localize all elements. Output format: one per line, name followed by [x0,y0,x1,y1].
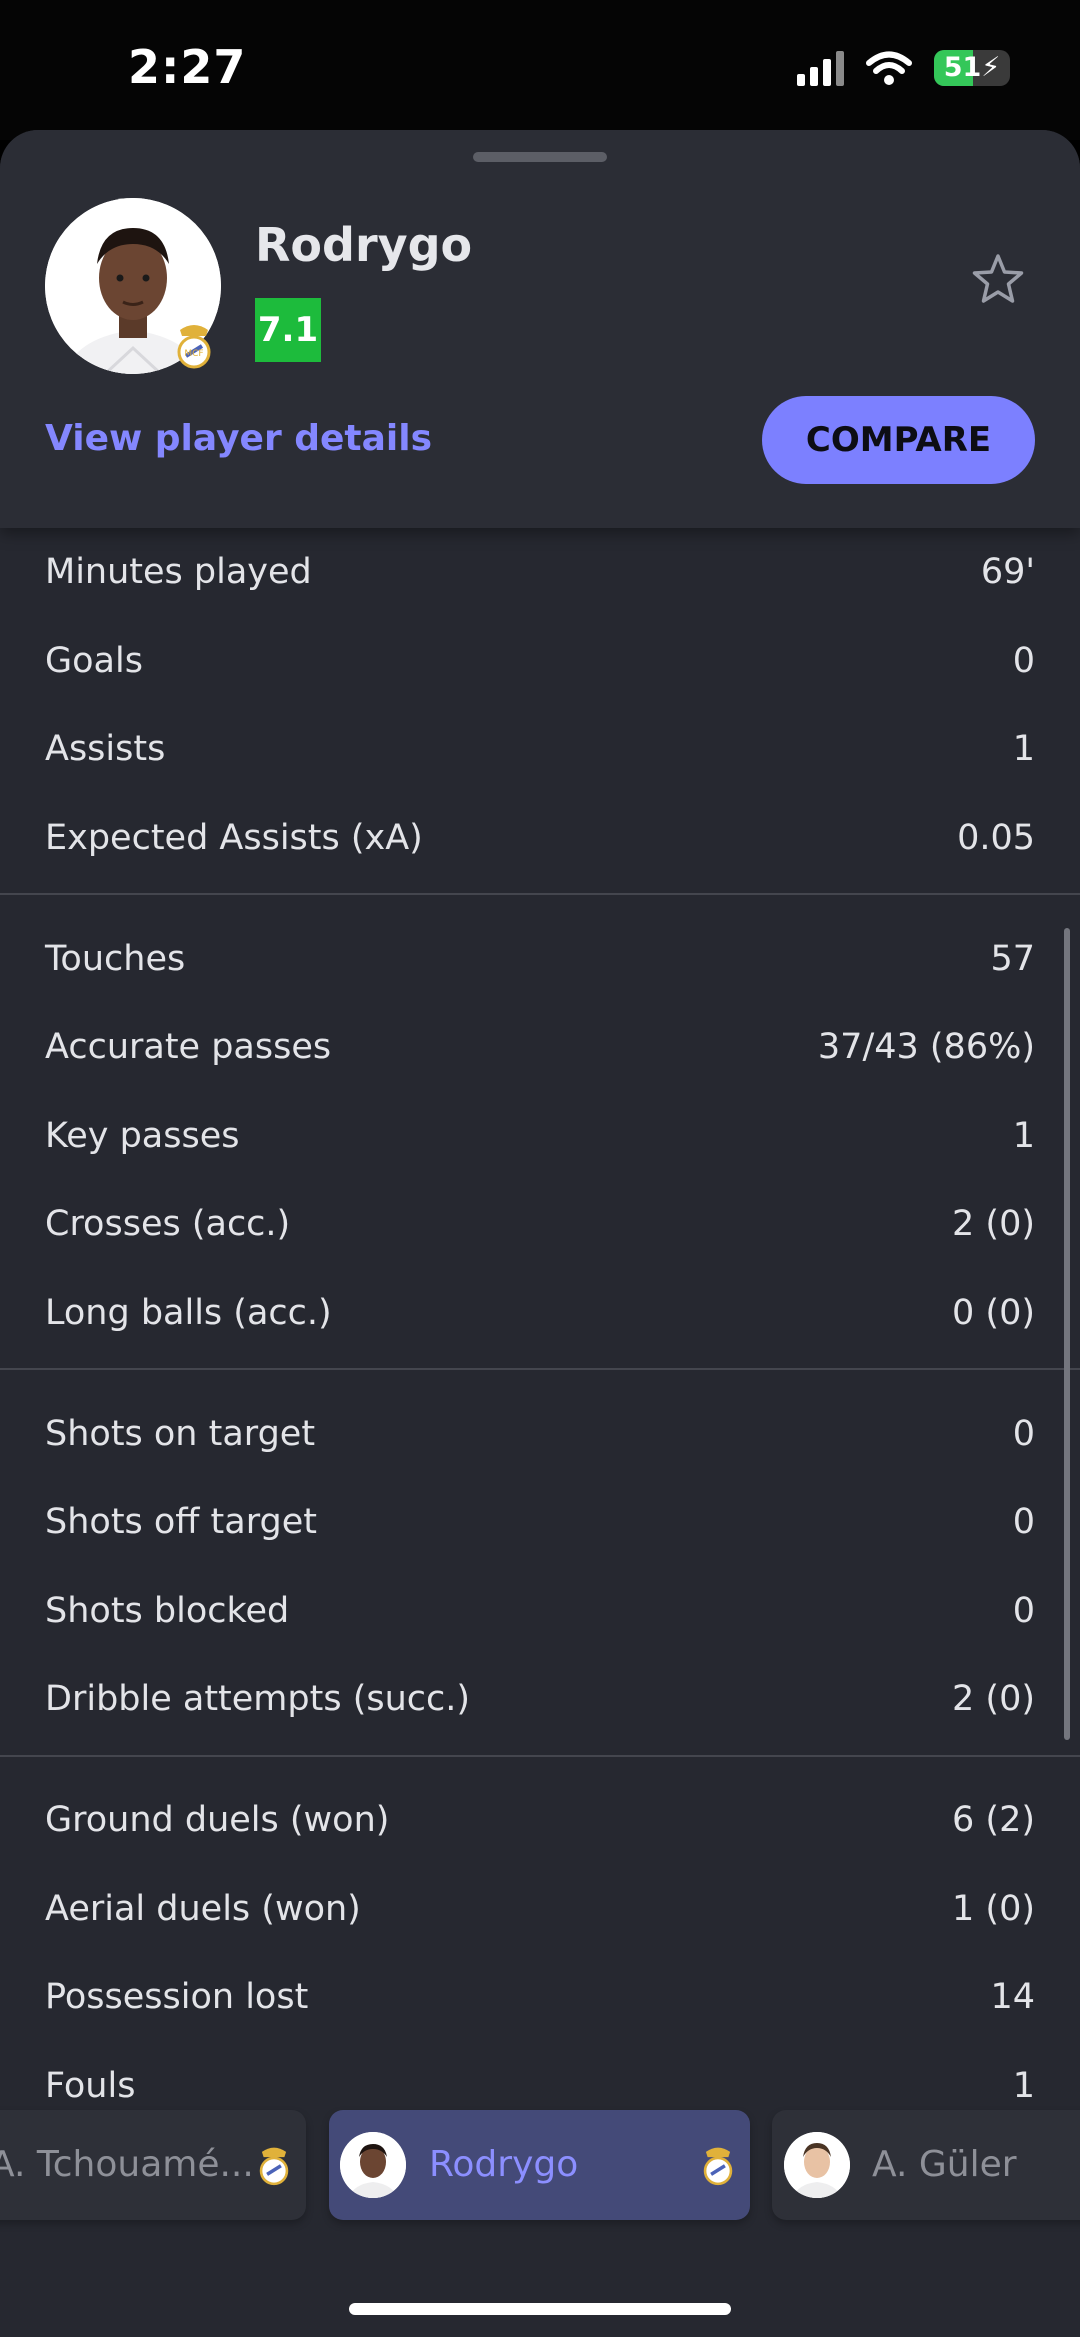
stat-value: 6 (2) [952,1800,1035,1841]
stat-row: Assists 1 [0,705,1080,794]
section-divider [0,1368,1080,1371]
stat-row: Accurate passes 37/43 (86%) [0,1003,1080,1092]
stat-row: Aerial duels (won) 1 (0) [0,1864,1080,1953]
stat-value: 0 [1012,640,1035,681]
status-icons: 51⚡ [797,50,1010,86]
player-tab-avatar [784,2132,850,2198]
real-madrid-crest-icon [703,2147,733,2186]
stats-group-duels: Ground duels (won) 6 (2) Aerial duels (wo… [0,1776,1080,2130]
stat-row: Shots blocked 0 [0,1567,1080,1656]
stat-value: 1 [1012,2065,1035,2106]
favorite-star-icon[interactable] [968,250,1028,310]
home-indicator[interactable] [349,2303,731,2315]
stat-value: 0 [1012,1590,1035,1631]
stat-value: 14 [990,1977,1035,2018]
stat-value: 69' [980,552,1035,593]
stat-row: Ground duels (won) 6 (2) [0,1776,1080,1865]
svg-text:MCF: MCF [184,349,203,359]
status-time: 2:27 [128,40,247,94]
stat-label: Expected Assists (xA) [45,818,423,859]
player-tab-avatar [340,2132,406,2198]
stat-row: Possession lost 14 [0,1953,1080,2042]
stat-label: Shots on target [45,1413,316,1454]
status-bar: 2:27 51⚡ [0,0,1080,140]
real-madrid-crest-icon: MCF [177,325,211,369]
player-rating-badge: 7.1 [255,298,321,362]
stats-list: Minutes played 69' Goals 0 Assists 1 Expect… [0,528,1080,2130]
player-tab-guler[interactable]: A. Güler [772,2110,1080,2220]
stat-label: Assists [45,729,166,770]
stat-value: 37/43 (86%) [817,1027,1035,1068]
wifi-icon [866,51,912,85]
stat-label: Accurate passes [45,1027,332,1068]
stat-label: Shots blocked [45,1590,290,1631]
stat-value: 1 [1012,1115,1035,1156]
stat-row: Shots on target 0 [0,1389,1080,1478]
stat-row: Crosses (acc.) 2 (0) [0,1180,1080,1269]
stat-label: Fouls [45,2065,136,2106]
player-tab-rodrygo[interactable]: Rodrygo [329,2110,750,2220]
stat-label: Key passes [45,1115,240,1156]
stat-label: Minutes played [45,552,312,593]
stat-label: Crosses (acc.) [45,1204,291,1245]
sheet-grabber[interactable] [473,152,607,162]
stat-value: 57 [990,938,1035,979]
player-stats-sheet: MCF Rodrygo 7.1 View player details COMP… [0,130,1080,2337]
stat-value: 2 (0) [952,1204,1035,1245]
stat-value: 2 (0) [952,1679,1035,1720]
stat-label: Aerial duels (won) [45,1888,361,1929]
stat-row: Key passes 1 [0,1092,1080,1181]
stat-value: 1 [1012,729,1035,770]
player-tab-label: A. Tchouamé... [0,2144,254,2185]
battery-level: 51 [943,52,982,83]
stat-label: Dribble attempts (succ.) [45,1679,471,1720]
section-divider [0,893,1080,896]
stats-group-shooting: Shots on target 0 Shots off target 0 Shots… [0,1389,1080,1743]
player-header: MCF Rodrygo 7.1 View player details COMP… [0,130,1080,528]
stat-value: 0 [1012,1413,1035,1454]
stat-row: Goals 0 [0,617,1080,706]
stat-value: 0 (0) [952,1293,1035,1334]
stat-label: Long balls (acc.) [45,1293,332,1334]
player-tab-label: A. Güler [872,2144,1017,2185]
stat-row: Shots off target 0 [0,1478,1080,1567]
cellular-signal-icon [797,50,844,86]
stat-value: 1 (0) [952,1888,1035,1929]
player-tabs: A. Tchouamé... Rodrygo A. Güler [0,2110,1080,2260]
battery-icon: 51⚡ [934,50,1010,86]
stat-label: Goals [45,640,143,681]
stat-value: 0 [1012,1502,1035,1543]
stat-label: Touches [45,938,186,979]
stat-label: Possession lost [45,1977,309,2018]
stat-row: Dribble attempts (succ.) 2 (0) [0,1655,1080,1744]
stat-row: Touches 57 [0,914,1080,1003]
player-tab-tchouameni[interactable]: A. Tchouamé... [0,2110,306,2220]
stat-row: Long balls (acc.) 0 (0) [0,1269,1080,1358]
stats-group-passing: Touches 57 Accurate passes 37/43 (86%) Key… [0,914,1080,1357]
stats-group-general: Minutes played 69' Goals 0 Assists 1 Expect… [0,528,1080,882]
view-player-details-link[interactable]: View player details [45,418,432,459]
player-tab-label: Rodrygo [429,2144,579,2185]
stat-label: Shots off target [45,1502,317,1543]
stat-row: Minutes played 69' [0,528,1080,617]
compare-button[interactable]: COMPARE [762,396,1035,484]
stat-value: 0.05 [957,818,1035,859]
section-divider [0,1754,1080,1757]
real-madrid-crest-icon [259,2147,289,2186]
stat-label: Ground duels (won) [45,1800,390,1841]
player-name: Rodrygo [255,218,473,272]
scrollbar[interactable] [1064,928,1070,1740]
stat-row: Expected Assists (xA) 0.05 [0,794,1080,883]
